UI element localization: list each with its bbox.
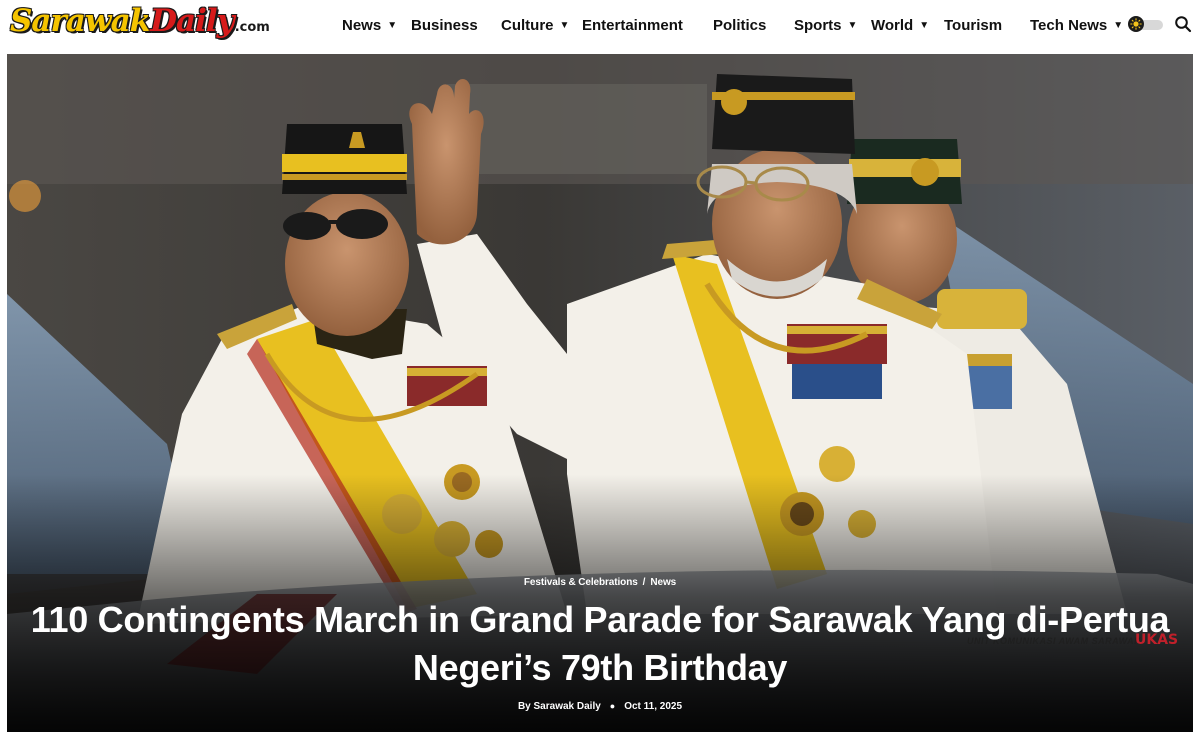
article-byline: By Sarawak Daily ● Oct 11, 2025 — [7, 701, 1193, 712]
site-header: Sarawak Daily .com News ▼ Business Cultu… — [0, 0, 1200, 50]
category-separator: / — [642, 577, 646, 588]
article-title[interactable]: 110 Contingents March in Grand Parade fo… — [27, 596, 1173, 692]
article-categories: Festivals & Celebrations / News — [7, 577, 1193, 588]
nav-item-sports[interactable]: Sports ▼ — [794, 15, 857, 35]
sun-icon — [1128, 16, 1144, 32]
nav-item-tourism[interactable]: Tourism — [944, 15, 1002, 35]
nav-item-label: Politics — [713, 16, 767, 34]
nav-item-label: Tech News — [1030, 16, 1108, 34]
nav-item-label: Business — [411, 16, 478, 34]
category-link-news[interactable]: News — [650, 577, 676, 588]
article-date: Oct 11, 2025 — [624, 701, 683, 712]
caret-down-icon: ▼ — [919, 19, 930, 31]
nav-item-tech-news[interactable]: Tech News ▼ — [1030, 15, 1123, 35]
nav-item-label: Culture — [501, 16, 554, 34]
caret-down-icon: ▼ — [387, 19, 398, 31]
author-link[interactable]: By Sarawak Daily — [518, 701, 601, 712]
nav-item-label: World — [871, 16, 914, 34]
nav-item-label: News — [342, 16, 382, 34]
nav-item-entertainment[interactable]: Entertainment — [582, 15, 683, 35]
caret-down-icon: ▼ — [847, 19, 858, 31]
nav-item-label: Entertainment — [582, 16, 683, 34]
byline-separator-dot: ● — [609, 701, 616, 711]
nav-item-label: Tourism — [944, 16, 1003, 34]
nav-item-culture[interactable]: Culture ▼ — [501, 15, 569, 35]
category-link-festivals[interactable]: Festivals & Celebrations — [524, 577, 638, 588]
nav-item-news[interactable]: News ▼ — [342, 15, 397, 35]
nav-item-politics[interactable]: Politics — [713, 15, 766, 35]
nav-item-label: Sports — [794, 16, 842, 34]
featured-article-hero[interactable]: UNIT KOMUNIKASI AWAM SARAWAK UKAS Festiv… — [7, 54, 1193, 732]
nav-item-business[interactable]: Business — [411, 15, 478, 35]
caret-down-icon: ▼ — [559, 19, 570, 31]
caret-down-icon: ▼ — [1113, 19, 1124, 31]
search-icon[interactable] — [1174, 15, 1192, 33]
theme-toggle[interactable] — [1128, 16, 1164, 32]
main-nav: News ▼ Business Culture ▼ Entertainment … — [0, 0, 1200, 50]
nav-item-world[interactable]: World ▼ — [871, 15, 929, 35]
